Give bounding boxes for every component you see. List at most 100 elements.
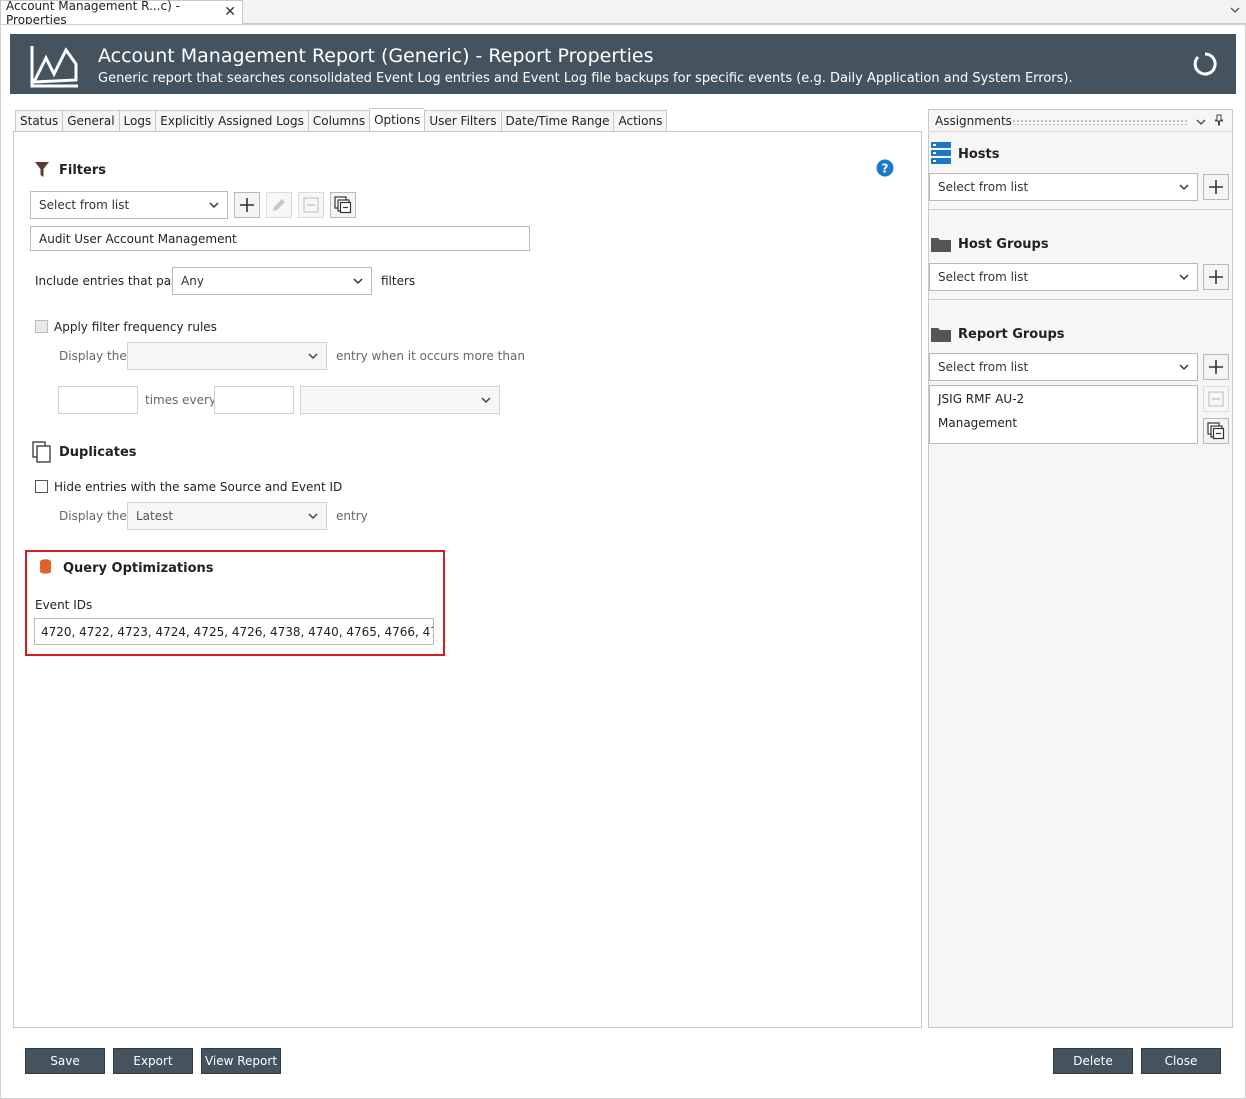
- times-every-label: times every: [145, 393, 217, 407]
- include-mode-value: Any: [181, 274, 204, 288]
- duplicates-entry-label: entry: [336, 509, 368, 523]
- selected-filter-text: Audit User Account Management: [39, 231, 237, 246]
- filter-select-value: Select from list: [39, 198, 130, 212]
- export-button[interactable]: Export: [113, 1048, 193, 1074]
- tab-columns[interactable]: Columns: [307, 110, 370, 132]
- frequency-unit-select[interactable]: [300, 386, 500, 414]
- copy-icon: [334, 196, 352, 214]
- list-item[interactable]: JSIG RMF AU-2: [938, 392, 1024, 406]
- assignments-title: Assignments: [935, 114, 1012, 128]
- hide-duplicates-label: Hide entries with the same Source and Ev…: [54, 480, 343, 494]
- duplicates-title: Duplicates: [59, 445, 137, 460]
- hosts-select-value: Select from list: [938, 180, 1029, 194]
- chevron-down-icon: [1179, 184, 1189, 191]
- report-groups-select[interactable]: Select from list: [929, 353, 1198, 381]
- panel-grip[interactable]: [1012, 119, 1188, 125]
- tab-actions[interactable]: Actions: [613, 110, 668, 132]
- apply-frequency-label: Apply filter frequency rules: [54, 320, 217, 334]
- frequency-interval-field[interactable]: [214, 386, 294, 414]
- refresh-icon[interactable]: [1192, 51, 1218, 77]
- frequency-count-field[interactable]: [58, 386, 138, 414]
- document-tab-title: Account Management R...c) - Properties: [6, 0, 180, 27]
- chevron-down-icon: [481, 397, 491, 404]
- view-report-button[interactable]: View Report: [201, 1048, 281, 1074]
- svg-text:?: ?: [882, 162, 889, 176]
- copy-icon: [1207, 422, 1225, 440]
- plus-icon: [1209, 270, 1223, 284]
- copy-report-group-button[interactable]: [1203, 418, 1229, 444]
- event-ids-field[interactable]: 4720, 4722, 4723, 4724, 4725, 4726, 4738…: [34, 618, 434, 645]
- list-item[interactable]: Management: [938, 416, 1017, 430]
- report-header: Account Management Report (Generic) - Re…: [10, 34, 1236, 94]
- plus-icon: [1209, 180, 1223, 194]
- divider: [929, 209, 1232, 210]
- help-icon[interactable]: ?: [876, 159, 894, 180]
- hosts-icon: [931, 142, 951, 167]
- selected-filter-field[interactable]: Audit User Account Management: [30, 226, 530, 251]
- duplicates-display-select[interactable]: Latest: [127, 502, 327, 530]
- header-title: Account Management Report (Generic) - Re…: [98, 45, 654, 67]
- document-tab[interactable]: Account Management R...c) - Properties ✕: [0, 0, 243, 27]
- tab-general[interactable]: General: [62, 110, 119, 132]
- chevron-down-icon: [308, 513, 318, 520]
- delete-button[interactable]: Delete: [1053, 1048, 1133, 1074]
- chevron-down-icon[interactable]: [1230, 5, 1240, 18]
- tab-user-filters[interactable]: User Filters: [424, 110, 501, 132]
- pin-icon[interactable]: [1214, 114, 1224, 129]
- tab-logs[interactable]: Logs: [118, 110, 156, 132]
- add-filter-button[interactable]: [234, 192, 260, 218]
- apply-frequency-checkbox[interactable]: [35, 320, 48, 333]
- tab-explicitly-assigned-logs[interactable]: Explicitly Assigned Logs: [155, 110, 308, 132]
- minus-box-icon: [303, 197, 319, 213]
- duplicates-display-value: Latest: [136, 509, 174, 523]
- duplicates-icon: [32, 441, 52, 466]
- hosts-title: Hosts: [958, 147, 1000, 162]
- chevron-down-icon: [308, 353, 318, 360]
- chevron-down-icon: [1179, 274, 1189, 281]
- edit-filter-button[interactable]: [266, 192, 292, 218]
- display-the-label: Display the: [59, 349, 127, 363]
- filter-select[interactable]: Select from list: [30, 191, 228, 219]
- report-groups-list: JSIG RMF AU-2 Management: [929, 385, 1198, 444]
- frequency-display-select[interactable]: [127, 342, 327, 370]
- duplicates-display-the-label: Display the: [59, 509, 127, 523]
- remove-filter-button[interactable]: [298, 192, 324, 218]
- filters-suffix-label: filters: [381, 274, 416, 288]
- host-groups-select[interactable]: Select from list: [929, 263, 1198, 291]
- query-optimizations-title: Query Optimizations: [63, 561, 214, 576]
- save-button[interactable]: Save: [25, 1048, 105, 1074]
- plus-icon: [1209, 360, 1223, 374]
- hosts-select[interactable]: Select from list: [929, 173, 1198, 201]
- close-button[interactable]: Close: [1141, 1048, 1221, 1074]
- tab-status[interactable]: Status: [15, 110, 63, 132]
- chevron-down-icon: [353, 278, 363, 285]
- event-ids-label: Event IDs: [35, 598, 93, 612]
- entry-when-label: entry when it occurs more than: [336, 349, 525, 363]
- tab-date-time-range[interactable]: Date/Time Range: [500, 110, 614, 132]
- filters-title: Filters: [59, 163, 106, 178]
- chart-logo-icon: [30, 44, 80, 88]
- remove-report-group-button[interactable]: [1203, 386, 1229, 412]
- pencil-icon: [273, 199, 285, 211]
- add-report-group-button[interactable]: [1203, 354, 1229, 380]
- chevron-down-icon: [1179, 364, 1189, 371]
- property-tabs: Status General Logs Explicitly Assigned …: [15, 108, 668, 132]
- database-icon: [39, 559, 52, 577]
- tab-options[interactable]: Options: [369, 108, 425, 132]
- host-groups-title: Host Groups: [958, 237, 1049, 252]
- copy-filter-button[interactable]: [330, 192, 356, 218]
- folder-icon: [931, 326, 951, 345]
- report-groups-select-value: Select from list: [938, 360, 1029, 374]
- add-host-button[interactable]: [1203, 174, 1229, 200]
- report-groups-title: Report Groups: [958, 327, 1065, 342]
- close-tab-icon[interactable]: ✕: [224, 4, 236, 20]
- hide-duplicates-checkbox[interactable]: [35, 480, 48, 493]
- event-ids-value: 4720, 4722, 4723, 4724, 4725, 4726, 4738…: [41, 624, 433, 639]
- filter-icon: [35, 162, 49, 181]
- chevron-down-icon[interactable]: [1196, 116, 1206, 130]
- include-entries-label: Include entries that pass: [35, 274, 184, 288]
- add-host-group-button[interactable]: [1203, 264, 1229, 290]
- divider: [929, 299, 1232, 300]
- include-mode-select[interactable]: Any: [172, 267, 372, 295]
- chevron-down-icon: [209, 202, 219, 209]
